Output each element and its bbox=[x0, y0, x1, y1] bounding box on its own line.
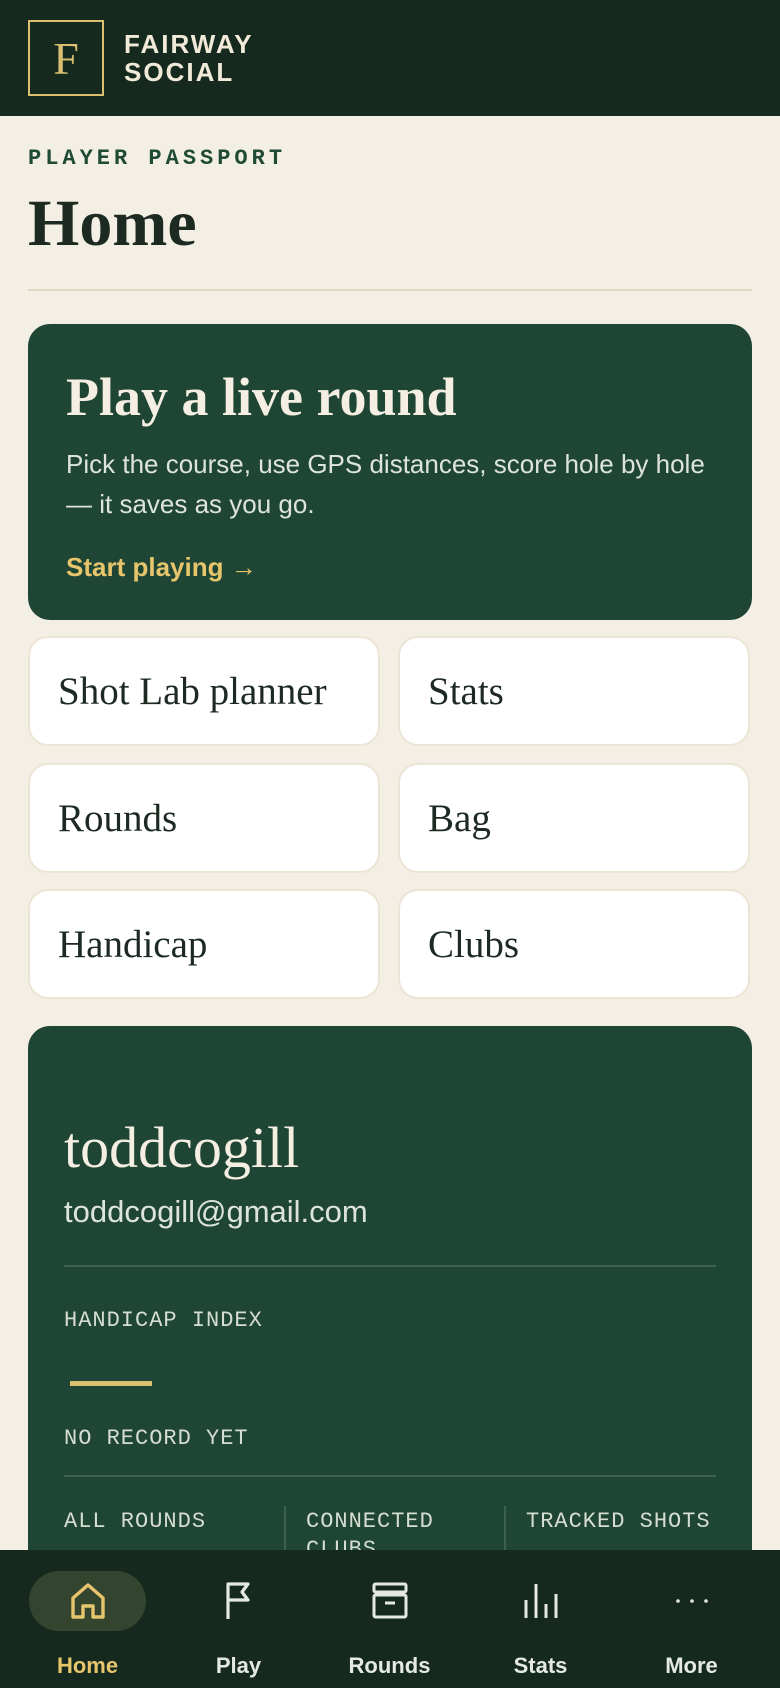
brand-line-2: SOCIAL bbox=[124, 57, 235, 87]
handicap-status: NO RECORD YET bbox=[64, 1426, 249, 1451]
nav-play-label: Play bbox=[215, 1653, 262, 1678]
more-dots-icon bbox=[675, 1599, 708, 1603]
tile-bag[interactable]: Bag bbox=[398, 763, 750, 873]
stats-divider bbox=[64, 1475, 716, 1477]
nav-home-label: Home bbox=[56, 1653, 119, 1678]
flag-icon bbox=[225, 1582, 250, 1619]
brand-name: FAIRWAY SOCIAL bbox=[124, 30, 254, 86]
nav-stats[interactable]: Stats bbox=[465, 1550, 616, 1688]
handicap-empty-dash bbox=[70, 1381, 152, 1386]
archive-icon bbox=[372, 1582, 407, 1619]
tile-handicap[interactable]: Handicap bbox=[28, 889, 380, 999]
tile-rounds[interactable]: Rounds bbox=[28, 763, 380, 873]
live-round-card[interactable]: Play a live round Pick the course, use G… bbox=[28, 324, 752, 620]
start-playing-link[interactable]: Start playing → bbox=[66, 552, 257, 583]
live-round-description: Pick the course, use GPS distances, scor… bbox=[66, 449, 705, 519]
live-round-title: Play a live round bbox=[66, 367, 457, 427]
header-divider bbox=[28, 289, 752, 291]
tile-stats[interactable]: Stats bbox=[398, 636, 750, 746]
nav-rounds[interactable]: Rounds bbox=[314, 1550, 465, 1688]
tile-shot-lab-planner[interactable]: Shot Lab planner bbox=[28, 636, 380, 746]
nav-play[interactable]: Play bbox=[163, 1550, 314, 1688]
tile-clubs[interactable]: Clubs bbox=[398, 889, 750, 999]
home-icon bbox=[70, 1583, 105, 1619]
top-bar: F FAIRWAY SOCIAL bbox=[0, 0, 780, 116]
profile-divider bbox=[64, 1265, 716, 1267]
bottom-nav: Home Play Rounds Stats More bbox=[0, 1550, 780, 1688]
stat-all-rounds-label: ALL ROUNDS bbox=[64, 1509, 207, 1534]
nav-home[interactable]: Home bbox=[12, 1550, 163, 1688]
nav-more-label: More bbox=[665, 1653, 718, 1678]
nav-stats-label: Stats bbox=[513, 1653, 568, 1678]
profile-username: toddcogill bbox=[64, 1115, 300, 1180]
profile-email: toddcogill@gmail.com bbox=[64, 1194, 368, 1229]
nav-more[interactable]: More bbox=[616, 1550, 767, 1688]
page-eyebrow: PLAYER PASSPORT bbox=[28, 146, 287, 171]
brand-logo[interactable]: F bbox=[28, 20, 104, 96]
nav-rounds-label: Rounds bbox=[348, 1653, 431, 1678]
brand-line-1: FAIRWAY bbox=[124, 29, 254, 59]
bar-chart-icon bbox=[524, 1584, 557, 1618]
handicap-index-label: HANDICAP INDEX bbox=[64, 1308, 263, 1333]
logo-letter: F bbox=[53, 32, 79, 84]
stat-tracked-shots-label: TRACKED SHOTS bbox=[526, 1509, 711, 1534]
page-title: Home bbox=[28, 187, 197, 260]
